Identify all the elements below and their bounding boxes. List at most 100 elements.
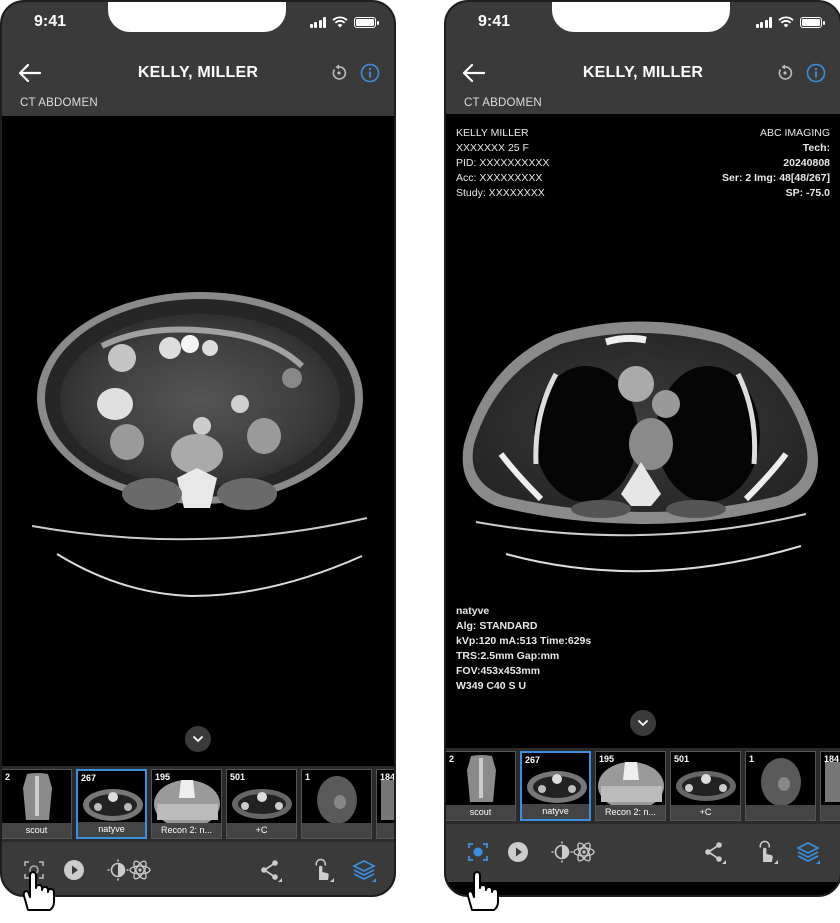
- series-label: scout: [446, 805, 515, 820]
- nav-bar: KELLY, MILLER CT ABDOMEN: [2, 48, 394, 116]
- status-bar: 9:41: [2, 2, 394, 48]
- series-label: natyve: [78, 822, 145, 837]
- notch: [108, 2, 286, 32]
- wifi-icon: [778, 16, 794, 28]
- info-icon[interactable]: [360, 63, 380, 83]
- info-icon[interactable]: [806, 63, 826, 83]
- layers-icon[interactable]: [796, 840, 820, 864]
- series-count: 195: [155, 772, 171, 782]
- tap-hand-icon: [466, 871, 499, 911]
- status-icons: [755, 16, 825, 28]
- study-title: CT ABDOMEN: [464, 97, 542, 109]
- phone-right: 9:41 KELLY, MILLER CT ABDOMEN KELLY MILL…: [444, 0, 840, 897]
- ct-abdomen-image: [31, 292, 368, 598]
- play-icon[interactable]: [62, 858, 86, 882]
- series-thumbnail[interactable]: 184 tof: [376, 769, 394, 839]
- nav-bar: KELLY, MILLER CT ABDOMEN: [446, 48, 840, 116]
- overlay-top-right: ABC IMAGING Tech: 20240808 Ser: 2 Img: 4…: [722, 126, 830, 201]
- series-label: [302, 823, 371, 838]
- series-thumbnail[interactable]: 195 Recon 2: n...: [595, 751, 666, 821]
- overlay-top-left: KELLY MILLER XXXXXXX 25 F PID: XXXXXXXXX…: [456, 126, 549, 201]
- status-time: 9:41: [34, 13, 67, 30]
- scan-icon[interactable]: [466, 840, 490, 864]
- wifi-icon: [332, 16, 348, 28]
- tap-hand-icon: [22, 871, 55, 911]
- series-count: 184: [380, 772, 394, 782]
- series-thumbnail[interactable]: 501 +C: [670, 751, 741, 821]
- overlay-patient-name: KELLY MILLER: [456, 127, 529, 139]
- overlay-date: 20240808: [783, 157, 830, 169]
- series-count: 2: [449, 754, 455, 764]
- touch-icon[interactable]: [310, 858, 334, 882]
- series-thumbnail[interactable]: 501 +C: [226, 769, 297, 839]
- series-label: tof: [377, 823, 394, 838]
- series-count: 267: [525, 755, 541, 765]
- overlay-series-name: natyve: [456, 605, 490, 617]
- play-icon[interactable]: [506, 840, 530, 864]
- overlay-series-image: Ser: 2 Img: 48[48/267]: [722, 172, 830, 184]
- series-thumbnail-selected[interactable]: 267 natyve: [520, 751, 591, 821]
- series-label: tof: [821, 805, 840, 820]
- series-count: 184: [824, 754, 840, 764]
- series-count: 501: [674, 754, 690, 764]
- series-count: 267: [81, 773, 97, 783]
- series-thumbnail[interactable]: 184 tof: [820, 751, 840, 821]
- chevron-down-icon: [192, 735, 204, 743]
- overlay-slice-position: SP: -75.0: [785, 187, 830, 199]
- bottom-toolbar: [2, 842, 394, 895]
- series-thumbnail-strip[interactable]: 2 scout 267 natyve 195 Recon 2: n... 501…: [2, 766, 394, 842]
- series-thumbnail[interactable]: 2 scout: [446, 751, 516, 821]
- series-label: [746, 805, 815, 820]
- status-bar: 9:41: [446, 2, 840, 48]
- series-label: Recon 2: n...: [152, 823, 221, 838]
- overlay-pid: PID: XXXXXXXXXX: [456, 157, 550, 169]
- share-icon[interactable]: [702, 840, 726, 864]
- overlay-institution: ABC IMAGING: [759, 127, 830, 139]
- series-count: 2: [5, 772, 11, 782]
- reset-icon[interactable]: [330, 64, 348, 82]
- overlay-accession: Acc: XXXXXXXXX: [456, 172, 543, 184]
- series-count: 1: [749, 754, 755, 764]
- overlay-exposure: kVp:120 mA:513 Time:629s: [456, 635, 592, 647]
- contrast-icon[interactable]: [106, 858, 130, 882]
- battery-icon: [354, 16, 379, 28]
- series-thumbnail[interactable]: 2 scout: [2, 769, 72, 839]
- series-thumbnail[interactable]: 1: [301, 769, 372, 839]
- touch-icon[interactable]: [754, 840, 778, 864]
- share-icon[interactable]: [258, 858, 282, 882]
- overlay-algorithm: Alg: STANDARD: [456, 620, 538, 632]
- series-count: 1: [305, 772, 311, 782]
- series-label: Recon 2: n...: [596, 805, 665, 820]
- series-thumbnail[interactable]: 195 Recon 2: n...: [151, 769, 222, 839]
- notch: [552, 2, 730, 32]
- status-time: 9:41: [478, 13, 511, 30]
- series-label: +C: [671, 805, 740, 820]
- contrast-icon[interactable]: [550, 840, 574, 864]
- signal-icon: [309, 16, 326, 28]
- series-thumbnail[interactable]: 1: [745, 751, 816, 821]
- series-count: 195: [599, 754, 615, 764]
- status-icons: [309, 16, 379, 28]
- atom-icon[interactable]: [572, 840, 596, 864]
- image-viewer[interactable]: KELLY MILLER XXXXXXX 25 F PID: XXXXXXXXX…: [446, 114, 840, 748]
- series-label: +C: [227, 823, 296, 838]
- series-label: scout: [2, 823, 71, 838]
- expand-overlay-button[interactable]: [185, 726, 211, 752]
- layers-icon[interactable]: [352, 858, 376, 882]
- study-title: CT ABDOMEN: [20, 97, 98, 109]
- reset-icon[interactable]: [776, 64, 794, 82]
- series-thumbnail-strip[interactable]: 2 scout 267 natyve 195 Recon 2: n... 501…: [446, 748, 840, 824]
- overlay-fov: FOV:453x453mm: [456, 665, 541, 677]
- bottom-toolbar: [446, 824, 840, 882]
- overlay-window-level: W349 C40 S U: [456, 680, 527, 692]
- series-thumbnail-selected[interactable]: 267 natyve: [76, 769, 147, 839]
- atom-icon[interactable]: [128, 858, 152, 882]
- expand-overlay-button[interactable]: [630, 710, 656, 736]
- chevron-down-icon: [637, 719, 649, 727]
- image-viewer[interactable]: [2, 116, 394, 766]
- series-label: natyve: [522, 804, 589, 819]
- signal-icon: [755, 16, 772, 28]
- phone-left: 9:41 KELLY, MILLER CT ABDOMEN 2 scout 26…: [0, 0, 396, 897]
- overlay-bottom-left: natyve Alg: STANDARD kVp:120 mA:513 Time…: [456, 604, 591, 694]
- overlay-tech: Tech:: [802, 142, 830, 154]
